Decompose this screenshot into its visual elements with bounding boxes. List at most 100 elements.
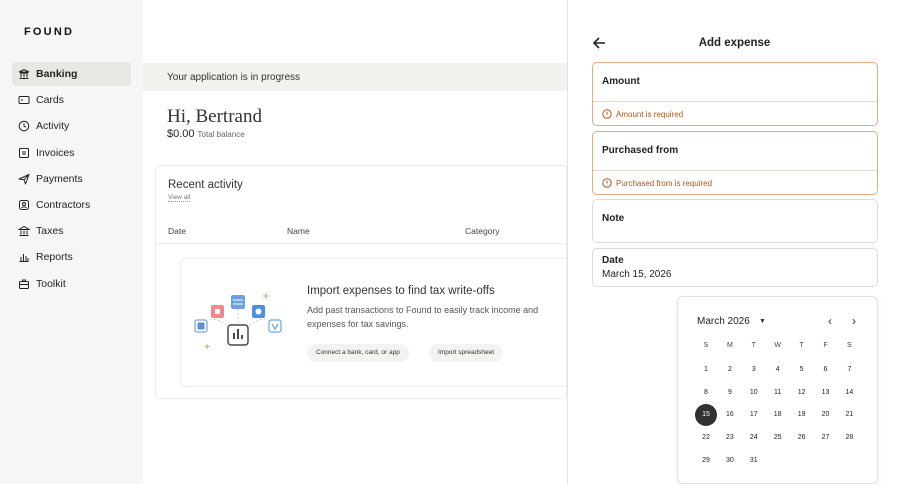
calendar-day[interactable]: 8 xyxy=(695,382,717,404)
calendar-day[interactable]: 29 xyxy=(695,450,717,472)
bank-icon xyxy=(18,68,30,79)
balance-summary: $0.00 Total balance xyxy=(167,128,245,140)
note-label: Note xyxy=(602,213,625,224)
contractor-icon xyxy=(19,199,29,210)
calendar-day[interactable]: 7 xyxy=(838,359,860,381)
calendar-day[interactable]: 23 xyxy=(719,427,741,449)
calendar-day[interactable]: 16 xyxy=(719,404,741,426)
sidebar-item-payments[interactable]: Payments xyxy=(12,167,131,191)
amount-error: Amount is required xyxy=(602,109,683,119)
sidebar-item-reports[interactable]: Reports xyxy=(12,245,131,269)
date-label: Date xyxy=(602,255,624,266)
field-divider xyxy=(593,101,877,102)
date-field[interactable]: Date March 15, 2026 xyxy=(592,248,878,287)
sidebar: FOUND Banking Cards Activity Invoices Pa… xyxy=(0,0,143,484)
calendar-day[interactable]: 9 xyxy=(719,382,741,404)
calendar-day-selected[interactable]: 15 xyxy=(695,404,717,427)
calendar-day[interactable]: 6 xyxy=(815,359,837,381)
date-value: March 15, 2026 xyxy=(602,269,672,280)
import-empty-state: Import expenses to find tax write-offs A… xyxy=(180,258,580,387)
calendar-day[interactable]: 28 xyxy=(838,427,860,449)
alert-circle-icon xyxy=(602,178,612,188)
sidebar-item-label: Invoices xyxy=(36,146,75,159)
calendar-day[interactable]: 4 xyxy=(767,359,789,381)
amount-error-text: Amount is required xyxy=(616,109,684,119)
chevron-left-icon[interactable]: ‹ xyxy=(823,314,837,328)
balance-amount: $0.00 xyxy=(167,128,195,140)
bank-building-icon xyxy=(18,226,30,237)
calendar-day[interactable]: 11 xyxy=(767,382,789,404)
sidebar-item-label: Activity xyxy=(36,120,70,133)
sidebar-item-invoices[interactable]: Invoices xyxy=(12,141,131,165)
column-header-date: Date xyxy=(168,226,186,236)
recent-activity-card: Recent activity View all Date Name Categ… xyxy=(155,165,580,399)
calendar-day[interactable]: 2 xyxy=(719,359,741,381)
sidebar-item-label: Toolkit xyxy=(36,277,66,290)
caret-down-icon[interactable]: ▼ xyxy=(759,318,766,325)
sidebar-item-cards[interactable]: Cards xyxy=(12,88,131,112)
header-divider xyxy=(156,243,568,244)
send-icon xyxy=(18,173,30,185)
greeting: Hi, Bertrand xyxy=(167,106,262,127)
weekday-header: T xyxy=(799,342,804,349)
bar-chart-icon xyxy=(19,254,29,263)
weekday-header: F xyxy=(823,342,828,349)
note-field[interactable]: Note xyxy=(592,199,878,243)
calendar-day[interactable]: 27 xyxy=(815,427,837,449)
calendar-day[interactable]: 30 xyxy=(719,450,741,472)
calendar-day[interactable]: 17 xyxy=(743,404,765,426)
connect-account-button[interactable]: Connect a bank, card, or app xyxy=(307,344,409,362)
sidebar-item-taxes[interactable]: Taxes xyxy=(12,219,131,243)
calendar-day[interactable]: 24 xyxy=(743,427,765,449)
calendar-month-label[interactable]: March 2026 xyxy=(697,316,750,327)
calendar-day[interactable]: 19 xyxy=(791,404,813,426)
calendar-day[interactable]: 25 xyxy=(767,427,789,449)
sidebar-nav: Banking Cards Activity Invoices Payments… xyxy=(12,62,131,298)
calendar-day[interactable]: 20 xyxy=(815,404,837,426)
sidebar-item-label: Payments xyxy=(36,172,83,185)
invoice-icon xyxy=(19,147,29,158)
calendar-day[interactable]: 22 xyxy=(695,427,717,449)
calendar-day[interactable]: 12 xyxy=(791,382,813,404)
calendar-day[interactable]: 1 xyxy=(695,359,717,381)
calendar-day[interactable]: 13 xyxy=(815,382,837,404)
amount-field[interactable]: Amount Amount is required xyxy=(592,62,878,126)
sidebar-item-banking[interactable]: Banking xyxy=(12,62,131,86)
purchased-from-field[interactable]: Purchased from Purchased from is require… xyxy=(592,131,878,195)
sidebar-item-toolkit[interactable]: Toolkit xyxy=(12,272,131,296)
weekday-header: M xyxy=(726,342,733,349)
weekday-header: T xyxy=(751,342,756,349)
view-all-link[interactable]: View all xyxy=(168,194,191,202)
purchased-from-error-text: Purchased from is required xyxy=(616,178,713,188)
balance-label: Total balance xyxy=(197,130,245,139)
sidebar-item-contractors[interactable]: Contractors xyxy=(12,193,131,217)
weekday-header: S xyxy=(703,342,709,349)
calendar-day[interactable]: 10 xyxy=(743,382,765,404)
calendar-day[interactable]: 5 xyxy=(791,359,813,381)
main-content: Your application is in progress Hi, Bert… xyxy=(143,0,580,484)
column-header-name: Name xyxy=(287,226,310,236)
calendar-day[interactable]: 21 xyxy=(838,404,860,426)
import-illustration xyxy=(194,293,282,349)
weekday-header: S xyxy=(847,342,852,349)
application-banner: Your application is in progress xyxy=(143,63,567,91)
purchased-from-label: Purchased from xyxy=(602,145,679,156)
calendar-day[interactable]: 31 xyxy=(743,450,765,472)
calendar-day[interactable]: 14 xyxy=(838,382,860,404)
sidebar-item-label: Contractors xyxy=(36,198,91,211)
chevron-right-icon[interactable]: › xyxy=(847,314,861,328)
import-spreadsheet-button[interactable]: Import spreadsheet xyxy=(429,344,504,362)
sidebar-item-activity[interactable]: Activity xyxy=(12,114,131,138)
calendar-day[interactable]: 18 xyxy=(767,404,789,426)
calendar-day[interactable]: 26 xyxy=(791,427,813,449)
date-picker-calendar: March 2026 ▼ ‹ › S M T W T F S 1 2 3 4 5 6 7 8 9 10 11 12 1… xyxy=(677,296,878,484)
sidebar-item-label: Banking xyxy=(36,68,78,80)
empty-state-title: Import expenses to find tax write-offs xyxy=(307,285,495,297)
panel-title: Add expense xyxy=(698,37,771,49)
sidebar-item-label: Taxes xyxy=(36,225,64,238)
column-header-category: Category xyxy=(465,226,500,236)
field-divider xyxy=(593,170,877,171)
sidebar-item-label: Reports xyxy=(36,251,73,264)
calendar-day[interactable]: 3 xyxy=(743,359,765,381)
recent-activity-title: Recent activity xyxy=(168,179,243,191)
